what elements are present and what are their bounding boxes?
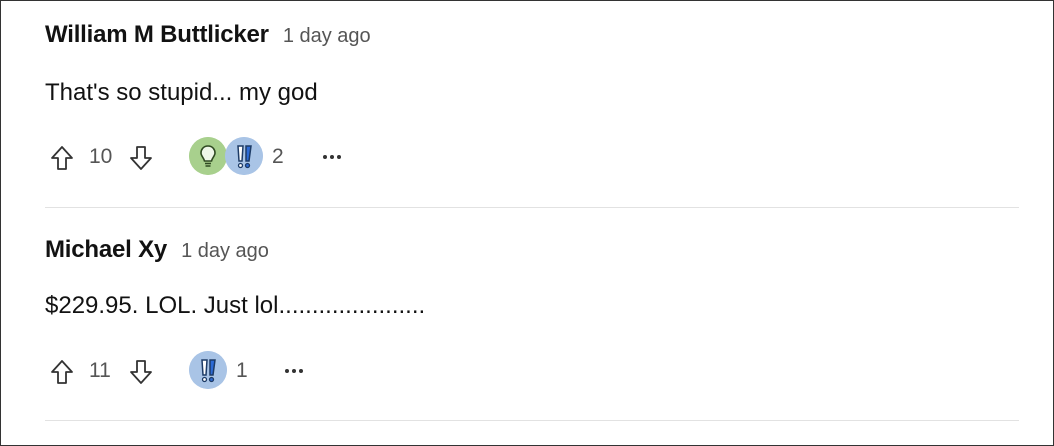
comment-timestamp: 1 day ago <box>282 25 371 47</box>
comment-author[interactable]: Michael Xy <box>45 236 167 264</box>
comment-timestamp: 1 day ago <box>181 240 269 262</box>
downvote-icon[interactable] <box>128 145 154 171</box>
comment-actions: 11 1 <box>45 351 445 391</box>
more-options-icon[interactable] <box>281 359 307 383</box>
comment-text: $229.95. LOL. Just lol..................… <box>45 292 426 319</box>
upvote-icon[interactable] <box>49 145 75 171</box>
comment-text: That's so stupid... my god <box>45 79 318 106</box>
reaction-count: 1 <box>236 359 248 382</box>
vote-count: 11 <box>89 359 111 382</box>
exclamation-icon[interactable] <box>225 137 263 175</box>
reaction-count: 2 <box>272 145 284 168</box>
comment-item: William M Buttlicker 1 day ago That's so… <box>45 1 1019 208</box>
more-options-icon[interactable] <box>319 145 345 169</box>
comment-header: William M Buttlicker 1 day ago <box>45 21 371 49</box>
vote-count: 10 <box>89 145 113 168</box>
idea-icon[interactable] <box>189 137 227 175</box>
exclamation-icon[interactable] <box>189 351 227 389</box>
comment-item: Michael Xy 1 day ago $229.95. LOL. Just … <box>45 208 1019 421</box>
comment-actions: 10 2 <box>45 137 445 177</box>
comment-author[interactable]: William M Buttlicker <box>45 21 269 49</box>
upvote-icon[interactable] <box>49 359 75 385</box>
comment-header: Michael Xy 1 day ago <box>45 236 269 264</box>
downvote-icon[interactable] <box>128 359 154 385</box>
